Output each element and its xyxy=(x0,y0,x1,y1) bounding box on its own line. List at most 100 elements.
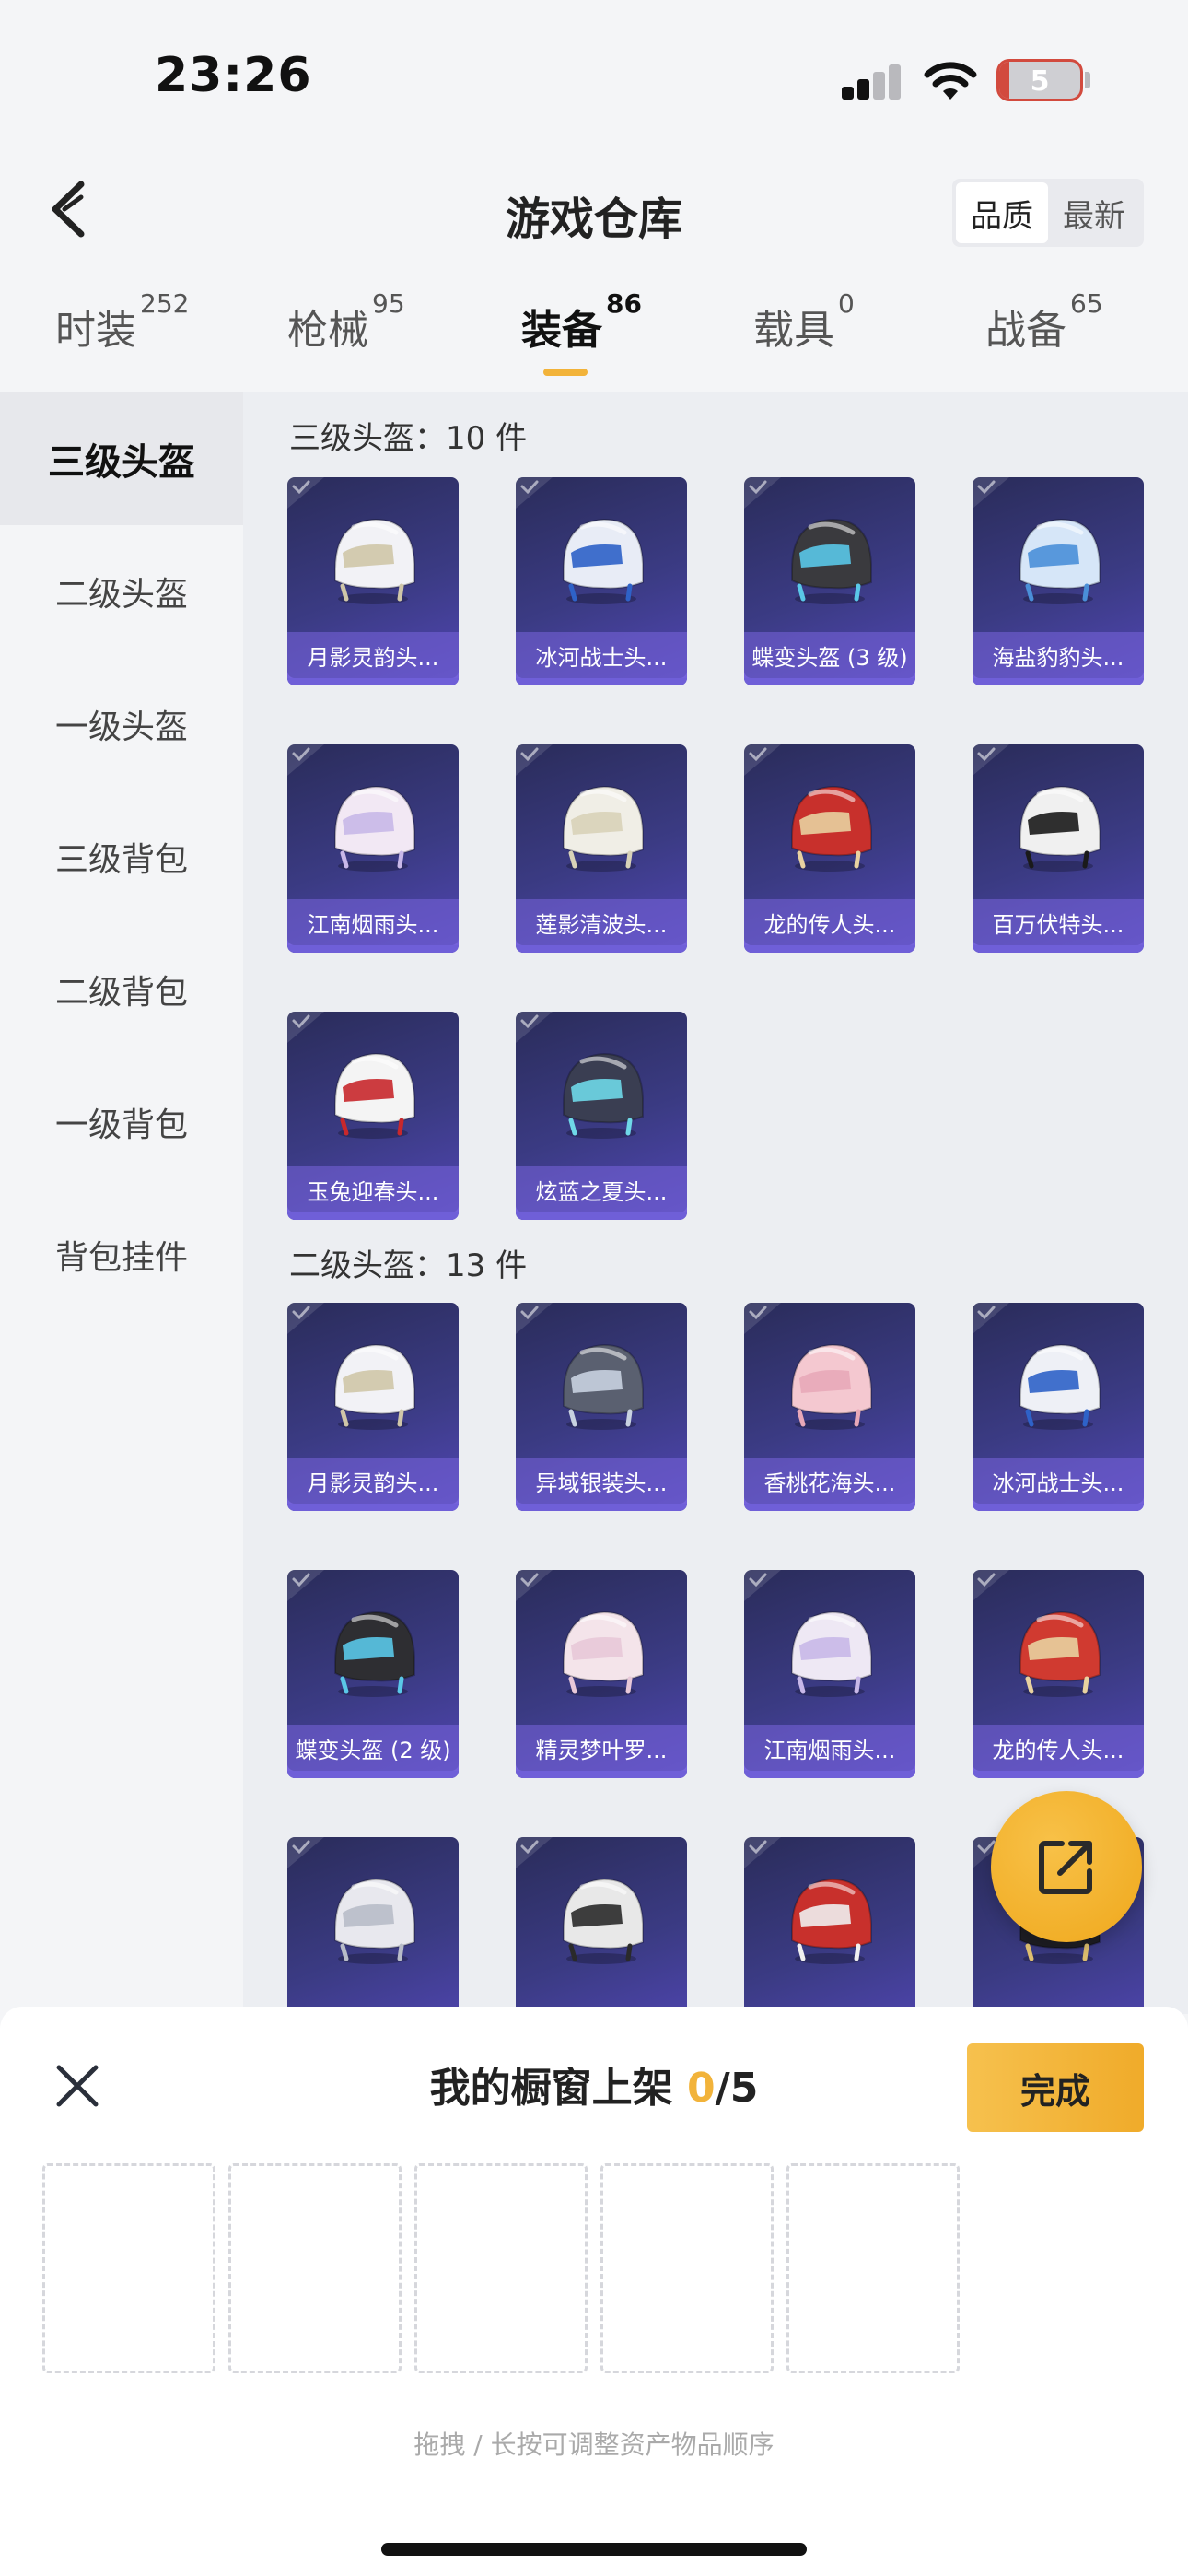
select-check-icon[interactable] xyxy=(516,1570,553,1601)
sidebar-item-level1-backpack[interactable]: 一级背包 xyxy=(0,1056,243,1188)
helmet-icon xyxy=(1019,1610,1101,1697)
select-check-icon[interactable] xyxy=(973,477,1009,509)
select-check-icon[interactable] xyxy=(516,1837,553,1868)
sidebar-item-level1-helmet[interactable]: 一级头盔 xyxy=(0,658,243,790)
tab-count: 0 xyxy=(838,288,855,320)
select-check-icon[interactable] xyxy=(516,1303,553,1334)
select-check-icon[interactable] xyxy=(516,744,553,776)
item-name: 冰河战士头... xyxy=(973,1458,1144,1504)
select-check-icon[interactable] xyxy=(287,1837,324,1868)
item-name: 异域银装头... xyxy=(516,1458,687,1504)
item-name: 江南烟雨头... xyxy=(744,1725,915,1771)
sidebar-item-level3-backpack[interactable]: 三级背包 xyxy=(0,790,243,923)
helmet-item-card[interactable]: 冰河战士头... xyxy=(973,1303,1144,1511)
helmet-item-card[interactable]: 月影灵韵头... xyxy=(287,477,459,685)
helmet-icon xyxy=(791,785,872,872)
helmet-item-card[interactable]: 精灵梦叶罗... xyxy=(516,1570,687,1778)
sidebar-item-level3-helmet[interactable]: 三级头盔 xyxy=(0,392,243,525)
helmet-item-card[interactable] xyxy=(744,1837,915,2014)
battery-level: 5 xyxy=(1030,65,1050,98)
helmet-item-card[interactable] xyxy=(516,1837,687,2014)
showcase-slot[interactable] xyxy=(42,2163,215,2373)
helmet-item-card[interactable]: 龙的传人头... xyxy=(744,744,915,953)
sidebar-item-level2-helmet[interactable]: 二级头盔 xyxy=(0,525,243,658)
helmet-item-card[interactable]: 冰河战士头... xyxy=(516,477,687,685)
select-check-icon[interactable] xyxy=(744,1570,781,1601)
select-check-icon[interactable] xyxy=(744,1837,781,1868)
select-check-icon[interactable] xyxy=(973,744,1009,776)
category-tabs: 时装252 枪械95 装备86 载具0 战备65 xyxy=(0,276,1188,387)
select-check-icon[interactable] xyxy=(973,1570,1009,1601)
select-check-icon[interactable] xyxy=(287,1012,324,1043)
share-button[interactable] xyxy=(991,1791,1142,1942)
sidebar: 三级头盔 二级头盔 一级头盔 三级背包 二级背包 一级背包 背包挂件 xyxy=(0,392,243,2014)
tab-count: 95 xyxy=(372,288,405,320)
home-indicator xyxy=(381,2543,807,2556)
showcase-slot[interactable] xyxy=(228,2163,402,2373)
tab-gear[interactable]: 战备65 xyxy=(985,288,1103,356)
helmet-item-card[interactable]: 异域银装头... xyxy=(516,1303,687,1511)
showcase-slot[interactable] xyxy=(600,2163,774,2373)
select-check-icon[interactable] xyxy=(287,1303,324,1334)
cellular-signal-icon xyxy=(842,64,903,100)
showcase-total: /5 xyxy=(715,2065,759,2112)
showcase-slot[interactable] xyxy=(414,2163,588,2373)
tab-equipment[interactable]: 装备86 xyxy=(521,288,642,356)
sort-toggle: 品质 最新 xyxy=(952,179,1144,247)
helmet-icon xyxy=(334,1052,415,1139)
select-check-icon[interactable] xyxy=(744,477,781,509)
tab-fashion[interactable]: 时装252 xyxy=(55,288,189,356)
status-time: 23:26 xyxy=(155,48,312,103)
helmet-icon xyxy=(563,785,644,872)
helmet-item-card[interactable]: 江南烟雨头... xyxy=(287,744,459,953)
showcase-sheet: 我的橱窗上架 0/5 完成 拖拽 / 长按可调整资产物品顺序 xyxy=(0,2007,1188,2576)
helmet-icon xyxy=(791,1610,872,1697)
helmet-item-card[interactable]: 炫蓝之夏头... xyxy=(516,1012,687,1220)
select-check-icon[interactable] xyxy=(287,744,324,776)
select-check-icon[interactable] xyxy=(287,1570,324,1601)
showcase-title-text: 我的橱窗上架 xyxy=(429,2065,687,2112)
tab-vehicles[interactable]: 载具0 xyxy=(753,288,855,356)
done-button[interactable]: 完成 xyxy=(967,2043,1144,2132)
helmet-item-card[interactable]: 莲影清波头... xyxy=(516,744,687,953)
section-title-level3-helmet: 三级头盔：10 件 xyxy=(289,420,528,457)
header: 游戏仓库 品质 最新 xyxy=(0,157,1188,267)
helmet-item-card[interactable] xyxy=(287,1837,459,2014)
helmet-item-card[interactable]: 蝶变头盔 (3 级) xyxy=(744,477,915,685)
helmet-item-card[interactable]: 龙的传人头... xyxy=(973,1570,1144,1778)
select-check-icon[interactable] xyxy=(744,1303,781,1334)
item-name: 炫蓝之夏头... xyxy=(516,1166,687,1212)
select-check-icon[interactable] xyxy=(973,1303,1009,1334)
sidebar-item-backpack-charm[interactable]: 背包挂件 xyxy=(0,1188,243,1321)
helmet-icon xyxy=(334,518,415,604)
helmet-icon xyxy=(563,1610,644,1697)
tab-count: 65 xyxy=(1070,288,1103,320)
helmet-item-card[interactable]: 香桃花海头... xyxy=(744,1303,915,1511)
select-check-icon[interactable] xyxy=(516,477,553,509)
helmet-item-card[interactable]: 月影灵韵头... xyxy=(287,1303,459,1511)
item-name: 海盐豹豹头... xyxy=(973,632,1144,678)
select-check-icon[interactable] xyxy=(516,1012,553,1043)
item-name: 月影灵韵头... xyxy=(287,1458,459,1504)
sidebar-item-level2-backpack[interactable]: 二级背包 xyxy=(0,923,243,1056)
helmet-item-card[interactable]: 海盐豹豹头... xyxy=(973,477,1144,685)
item-name: 玉兔迎春头... xyxy=(287,1166,459,1212)
item-name: 精灵梦叶罗... xyxy=(516,1725,687,1771)
helmet-item-card[interactable]: 蝶变头盔 (2 级) xyxy=(287,1570,459,1778)
sort-option-quality[interactable]: 品质 xyxy=(956,182,1048,243)
select-check-icon[interactable] xyxy=(744,744,781,776)
tab-weapons[interactable]: 枪械95 xyxy=(287,288,405,356)
item-name: 百万伏特头... xyxy=(973,899,1144,945)
helmet-icon xyxy=(563,1878,644,1964)
share-icon xyxy=(1039,1841,1092,1894)
showcase-count: 0 xyxy=(687,2065,716,2112)
sort-option-newest[interactable]: 最新 xyxy=(1048,182,1140,243)
helmet-item-card[interactable]: 江南烟雨头... xyxy=(744,1570,915,1778)
select-check-icon[interactable] xyxy=(287,477,324,509)
helmet-icon xyxy=(334,1878,415,1964)
battery-cap xyxy=(1085,72,1090,88)
showcase-slot[interactable] xyxy=(786,2163,960,2373)
item-name: 月影灵韵头... xyxy=(287,632,459,678)
helmet-item-card[interactable]: 玉兔迎春头... xyxy=(287,1012,459,1220)
helmet-item-card[interactable]: 百万伏特头... xyxy=(973,744,1144,953)
